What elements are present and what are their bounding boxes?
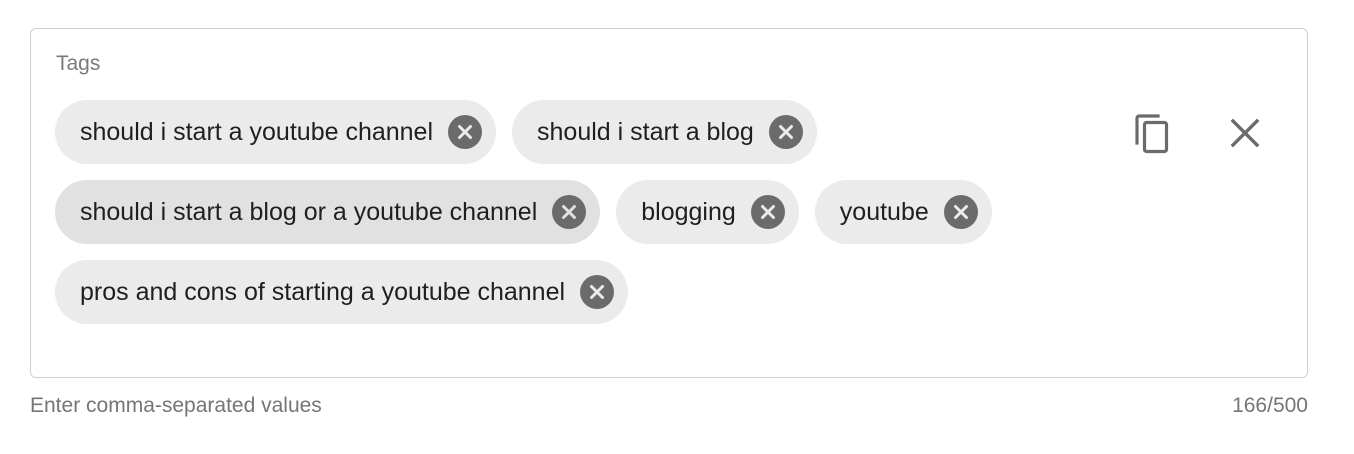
tag-chip[interactable]: should i start a blog [512, 100, 817, 164]
tag-chip[interactable]: pros and cons of starting a youtube chan… [55, 260, 629, 324]
tag-chip[interactable]: youtube [814, 180, 992, 244]
tags-field-label: Tags [56, 52, 101, 75]
copy-icon [1135, 114, 1169, 154]
clear-all-button[interactable] [1223, 111, 1267, 155]
tags-actions [1131, 111, 1281, 155]
close-circle-icon[interactable] [750, 195, 785, 229]
tag-chip-label: pros and cons of starting a youtube chan… [80, 278, 566, 306]
tag-chip[interactable]: blogging [616, 180, 799, 244]
tags-field[interactable]: Tags should i start a youtube channel sh… [30, 28, 1308, 378]
helper-text: Enter comma-separated values [30, 394, 322, 417]
close-icon [1230, 118, 1260, 148]
close-circle-icon[interactable] [448, 115, 483, 149]
tag-chip-label: youtube [839, 198, 929, 226]
tag-chip-label: should i start a blog or a youtube chann… [80, 198, 538, 226]
copy-button[interactable] [1131, 111, 1175, 155]
tag-chip-list: should i start a youtube channel should … [55, 100, 1095, 324]
character-counter: 166/500 [1232, 394, 1308, 417]
tag-chip-label: should i start a blog [537, 118, 754, 146]
close-circle-icon[interactable] [943, 195, 978, 229]
tag-chip[interactable]: should i start a blog or a youtube chann… [55, 180, 601, 244]
close-circle-icon[interactable] [580, 275, 615, 309]
close-circle-icon[interactable] [768, 115, 803, 149]
close-circle-icon[interactable] [552, 195, 587, 229]
tag-chip-label: blogging [641, 198, 736, 226]
tag-chip-label: should i start a youtube channel [80, 118, 434, 146]
tag-chip[interactable]: should i start a youtube channel [55, 100, 497, 164]
